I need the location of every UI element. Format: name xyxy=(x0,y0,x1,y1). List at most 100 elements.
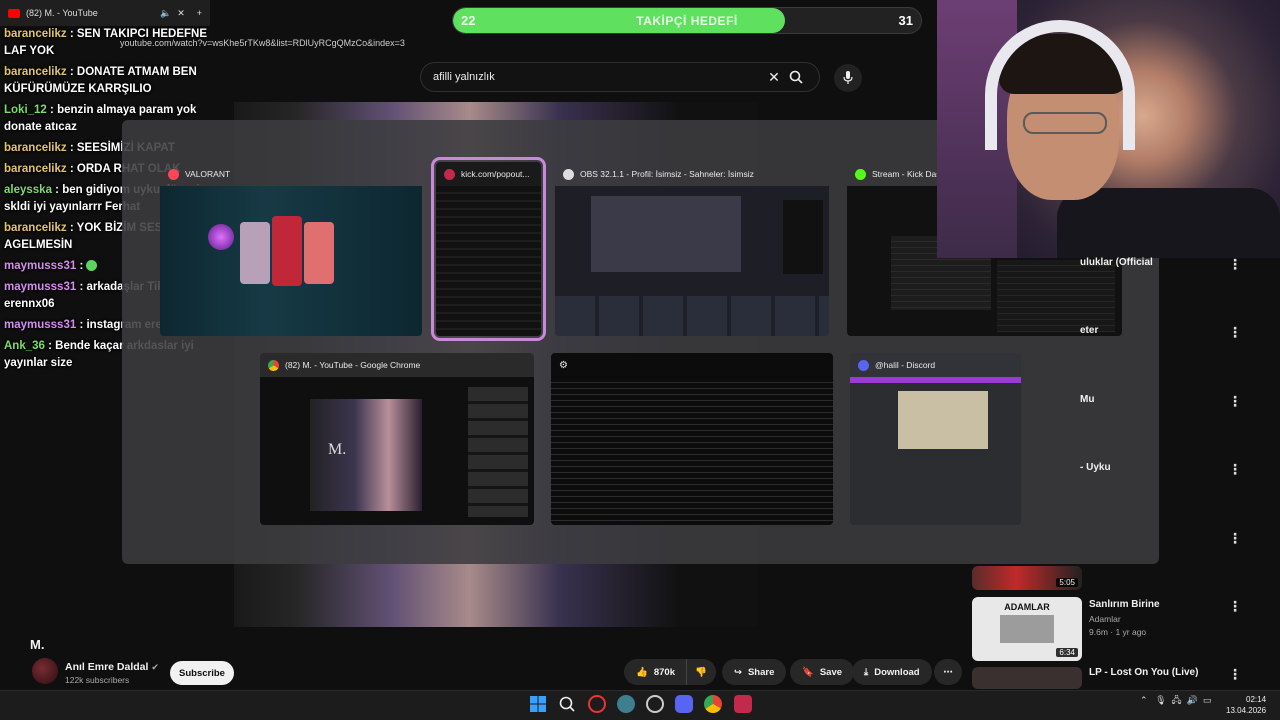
chat-username[interactable]: barancelikz xyxy=(4,222,67,234)
more-options-icon[interactable]: ⋮ xyxy=(1228,393,1242,410)
more-options-icon[interactable]: ⋮ xyxy=(1228,666,1242,683)
microphone-icon[interactable]: 🎙 xyxy=(1155,695,1166,705)
chat-username[interactable]: Loki_12 xyxy=(4,104,47,116)
battery-icon[interactable]: ▭ xyxy=(1203,695,1212,705)
search-icon[interactable] xyxy=(785,66,807,88)
window-title: (82) M. - YouTube - Google Chrome xyxy=(285,360,421,370)
kick-app-icon[interactable] xyxy=(734,695,752,713)
start-icon[interactable] xyxy=(529,695,547,713)
dislike-button[interactable]: 👎 xyxy=(686,659,716,685)
emote-icon xyxy=(86,260,98,272)
more-actions-button[interactable]: ⋯ xyxy=(934,659,962,685)
network-icon[interactable]: 🖧 xyxy=(1172,695,1182,705)
sidebar-item-1[interactable]: uluklar (Official xyxy=(1080,257,1280,268)
window-obs[interactable]: OBS 32.1.1 - Profil: İsimsiz - Sahneler:… xyxy=(555,162,829,336)
system-tray[interactable]: ⌃ 🎙 🖧 🔊 ▭ xyxy=(1140,693,1211,709)
sidebar-item-3[interactable]: Mu xyxy=(1080,394,1280,405)
browser-tab[interactable]: (82) M. - YouTube 🔈 ✕ + xyxy=(0,0,210,26)
video-meta: 9.6m · 1 yr ago xyxy=(1089,627,1147,637)
channel-name: Adamlar xyxy=(1089,614,1121,624)
chat-username[interactable]: Ank_36 xyxy=(4,340,45,352)
window-kick-popout[interactable]: kick.com/popout... xyxy=(431,157,546,341)
video-duration: 5:05 xyxy=(1056,578,1078,587)
obs-icon xyxy=(563,168,574,180)
opera-icon[interactable] xyxy=(588,695,606,713)
more-horizontal-icon: ⋯ xyxy=(943,666,953,678)
webcam-feed xyxy=(937,0,1280,258)
close-tab-icon[interactable]: ✕ xyxy=(177,8,185,19)
youtube-icon xyxy=(8,8,20,18)
chevron-up-icon[interactable]: ⌃ xyxy=(1140,695,1148,705)
chat-username[interactable]: barancelikz xyxy=(4,142,67,154)
obs-icon[interactable] xyxy=(646,695,664,713)
more-options-icon[interactable]: ⋮ xyxy=(1228,256,1242,273)
chat-username[interactable]: barancelikz xyxy=(4,66,67,78)
clock[interactable]: 02:14 13.04.2026 xyxy=(1226,694,1266,716)
clear-search-icon[interactable]: ✕ xyxy=(763,66,785,88)
window-discord[interactable]: @halil - Discord xyxy=(850,353,1021,525)
thumbs-up-icon: 👍 xyxy=(636,666,648,678)
chat-message: barancelikz : DONATE ATMAM BEN KÜFÜRÜMÜZ… xyxy=(4,66,197,95)
search-input[interactable]: afilli yalnızlık xyxy=(433,71,763,83)
chat-username[interactable]: maymusss31 xyxy=(4,281,76,293)
window-title: kick.com/popout... xyxy=(461,169,530,179)
sidebar-item-lp[interactable]: LP - Lost On You (Live) xyxy=(1089,667,1229,678)
video-duration: 6:34 xyxy=(1056,648,1078,657)
mute-icon[interactable]: 🔈 xyxy=(160,8,171,19)
sidebar-item-sanlirim-birine[interactable]: Sanlırım Birine Adamlar 9.6m · 1 yr ago xyxy=(1089,599,1229,637)
share-button[interactable]: ↪ Share xyxy=(722,659,787,685)
more-options-icon[interactable]: ⋮ xyxy=(1228,598,1242,615)
save-button[interactable]: 🔖 Save xyxy=(790,659,855,685)
sidebar-item-2[interactable]: eter xyxy=(1080,325,1280,336)
follower-goal-bar: 22 TAKİPÇİ HEDEFİ 31 xyxy=(452,7,922,34)
valorant-app-icon[interactable] xyxy=(617,695,635,713)
video-thumbnail-adamlar[interactable]: ADAMLAR 6:34 xyxy=(972,597,1082,661)
tab-title: (82) M. - YouTube xyxy=(26,8,98,18)
like-button[interactable]: 👍 870k xyxy=(624,659,686,685)
chrome-icon xyxy=(268,359,279,371)
clock-date: 13.04.2026 xyxy=(1226,706,1267,715)
more-options-icon[interactable]: ⋮ xyxy=(1228,530,1242,547)
more-options-icon[interactable]: ⋮ xyxy=(1228,324,1242,341)
video-thumbnail-lp[interactable] xyxy=(972,667,1082,689)
video-thumbnail-netd[interactable]: 5:05 xyxy=(972,566,1082,590)
search-bar[interactable]: afilli yalnızlık ✕ xyxy=(420,62,820,92)
channel-name[interactable]: Anıl Emre Daldal ✔ xyxy=(65,661,159,673)
clock-time: 02:14 xyxy=(1246,695,1267,704)
thumbnail-text: ADAMLAR xyxy=(1004,602,1050,612)
download-icon: ⤓ xyxy=(864,666,869,678)
video-title: M. xyxy=(30,637,45,652)
chat-username[interactable]: aleysska xyxy=(4,184,52,196)
subscribe-button[interactable]: Subscribe xyxy=(170,661,234,685)
chat-username[interactable]: barancelikz xyxy=(4,28,67,40)
discord-icon xyxy=(858,359,869,371)
window-title: VALORANT xyxy=(185,169,231,179)
chat-username[interactable]: maymusss31 xyxy=(4,319,76,331)
window-terminal[interactable]: ⚙ xyxy=(551,353,833,525)
goal-target: 31 xyxy=(898,13,913,28)
volume-icon[interactable]: 🔊 xyxy=(1187,695,1198,705)
verified-icon: ✔ xyxy=(151,662,159,672)
search-icon[interactable] xyxy=(558,695,576,713)
goal-label: TAKİPÇİ HEDEFİ xyxy=(636,14,738,28)
browser-icon xyxy=(855,168,866,180)
valorant-icon xyxy=(168,168,179,180)
more-options-icon[interactable]: ⋮ xyxy=(1228,461,1242,478)
window-youtube-chrome[interactable]: (82) M. - YouTube - Google Chrome M. xyxy=(260,353,534,525)
window-title: Stream - Kick Dash xyxy=(872,169,946,179)
chat-message: barancelikz : SEN TAKIPCI HEDEFNE LAF YO… xyxy=(4,28,208,57)
taskbar xyxy=(0,690,1280,720)
download-button[interactable]: ⤓ Download xyxy=(852,659,932,685)
new-tab-icon[interactable]: + xyxy=(197,8,202,18)
window-valorant[interactable]: VALORANT xyxy=(160,162,422,336)
chat-username[interactable]: barancelikz xyxy=(4,163,67,175)
voice-search-icon[interactable] xyxy=(834,64,862,92)
sidebar-item-4[interactable]: - Uyku xyxy=(1080,462,1280,473)
video-title: Sanlırım Birine xyxy=(1089,599,1160,610)
chat-username[interactable]: maymusss31 xyxy=(4,260,76,272)
channel-avatar[interactable] xyxy=(32,658,58,684)
bookmark-icon: 🔖 xyxy=(802,666,814,678)
chrome-icon[interactable] xyxy=(704,695,722,713)
share-icon: ↪ xyxy=(734,666,742,678)
discord-icon[interactable] xyxy=(675,695,693,713)
